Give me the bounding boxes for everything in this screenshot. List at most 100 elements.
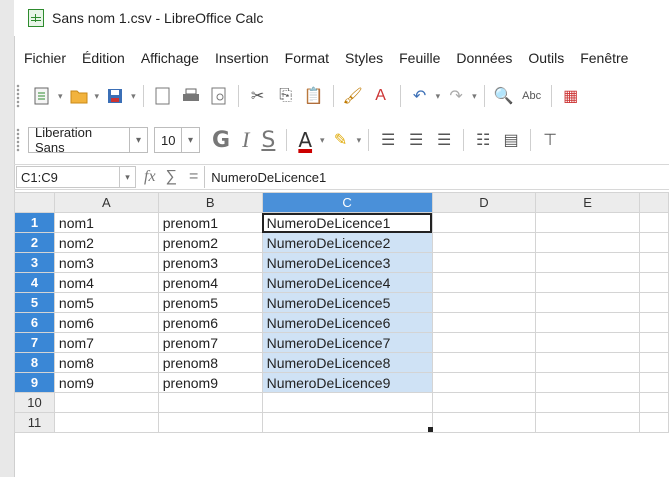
cell[interactable]	[639, 332, 669, 353]
redo-icon[interactable]: ↷	[445, 85, 467, 107]
menu-affichage[interactable]: Affichage	[133, 50, 207, 66]
row-header[interactable]: 9	[14, 372, 55, 393]
cell[interactable]: prenom6	[157, 312, 263, 333]
row-header[interactable]: 4	[14, 272, 55, 293]
row-header[interactable]: 1	[14, 212, 55, 233]
active-cell[interactable]: NumeroDeLicence1	[261, 212, 433, 233]
row-header[interactable]: 10	[14, 392, 55, 413]
cell[interactable]: prenom2	[157, 232, 263, 253]
cell[interactable]: prenom7	[157, 332, 263, 353]
name-box[interactable]: C1:C9	[16, 166, 120, 188]
cell[interactable]	[431, 392, 537, 413]
row-header[interactable]: 8	[14, 352, 55, 373]
cell[interactable]: NumeroDeLicence5	[261, 292, 433, 313]
bold-button[interactable]: G	[212, 128, 230, 153]
cell[interactable]: prenom4	[157, 272, 263, 293]
underline-button[interactable]: S	[261, 128, 275, 153]
font-size-box[interactable]: 10	[154, 127, 182, 153]
cell[interactable]	[261, 412, 433, 433]
cell[interactable]	[535, 412, 641, 433]
toolbar-grip[interactable]	[16, 128, 20, 152]
row-header[interactable]: 11	[14, 412, 55, 433]
align-left-icon[interactable]: ☰	[377, 129, 399, 151]
cell[interactable]: nom4	[53, 272, 159, 293]
cell[interactable]	[431, 312, 537, 333]
cell[interactable]: NumeroDeLicence2	[261, 232, 433, 253]
cell[interactable]	[535, 232, 641, 253]
cell[interactable]: nom1	[53, 212, 159, 233]
cell[interactable]	[53, 412, 159, 433]
cell[interactable]	[53, 392, 159, 413]
spelling-icon[interactable]: Abc	[521, 85, 543, 107]
cell[interactable]	[639, 392, 669, 413]
print-preview-icon[interactable]	[208, 85, 230, 107]
menu-edition[interactable]: Édition	[74, 50, 133, 66]
select-all-corner[interactable]	[14, 192, 55, 213]
merge-cells-icon[interactable]: ▤	[500, 129, 522, 151]
cell[interactable]	[261, 392, 433, 413]
cell[interactable]: nom7	[53, 332, 159, 353]
cell[interactable]	[431, 212, 537, 233]
chevron-down-icon[interactable]: ▾	[320, 135, 325, 146]
chevron-down-icon[interactable]: ▾	[130, 127, 148, 153]
menu-outils[interactable]: Outils	[520, 50, 572, 66]
cell[interactable]: prenom8	[157, 352, 263, 373]
cell[interactable]: NumeroDeLicence8	[261, 352, 433, 373]
function-wizard-icon[interactable]: fx	[144, 168, 156, 186]
cell[interactable]: NumeroDeLicence9	[261, 372, 433, 393]
font-color-button[interactable]: A	[298, 128, 312, 152]
formula-icon[interactable]: =	[189, 168, 198, 186]
font-name-box[interactable]: Liberation Sans	[28, 125, 130, 155]
row-header[interactable]: 6	[14, 312, 55, 333]
cell[interactable]: prenom1	[157, 212, 263, 233]
align-right-icon[interactable]: ☰	[433, 129, 455, 151]
cell[interactable]	[639, 292, 669, 313]
row-header[interactable]: 2	[14, 232, 55, 253]
chevron-down-icon[interactable]: ▾	[120, 166, 136, 188]
chevron-down-icon[interactable]: ▾	[436, 91, 441, 102]
menu-insertion[interactable]: Insertion	[207, 50, 277, 66]
cell[interactable]	[535, 312, 641, 333]
chevron-down-icon[interactable]: ▾	[182, 127, 200, 153]
chevron-down-icon[interactable]: ▾	[357, 135, 362, 146]
highlight-color-icon[interactable]: ✎	[330, 129, 352, 151]
column-header-a[interactable]: A	[53, 192, 159, 213]
cell[interactable]	[639, 372, 669, 393]
cell[interactable]: NumeroDeLicence3	[261, 252, 433, 273]
align-top-icon[interactable]: ⊤	[539, 129, 561, 151]
cell[interactable]: nom3	[53, 252, 159, 273]
cell[interactable]: nom9	[53, 372, 159, 393]
undo-icon[interactable]: ↶	[409, 85, 431, 107]
cell[interactable]	[535, 252, 641, 273]
cell[interactable]	[639, 352, 669, 373]
cell[interactable]	[639, 412, 669, 433]
paste-icon[interactable]: 📋	[303, 85, 325, 107]
cell[interactable]	[535, 392, 641, 413]
open-folder-icon[interactable]	[68, 85, 90, 107]
column-header-b[interactable]: B	[157, 192, 263, 213]
cell[interactable]	[157, 392, 263, 413]
wrap-text-icon[interactable]: ☷	[472, 129, 494, 151]
cell[interactable]	[157, 412, 263, 433]
cell[interactable]	[431, 372, 537, 393]
cell[interactable]	[535, 332, 641, 353]
cell[interactable]	[431, 232, 537, 253]
menu-fichier[interactable]: Fichier	[14, 50, 74, 66]
cell[interactable]: nom5	[53, 292, 159, 313]
copy-icon[interactable]: ⎘	[275, 85, 297, 107]
cell[interactable]	[639, 312, 669, 333]
cell[interactable]: nom8	[53, 352, 159, 373]
cell[interactable]	[535, 212, 641, 233]
row-icon[interactable]: ▦	[560, 85, 582, 107]
cell[interactable]	[639, 272, 669, 293]
cell[interactable]: NumeroDeLicence4	[261, 272, 433, 293]
print-icon[interactable]	[180, 85, 202, 107]
autofill-handle[interactable]	[428, 427, 433, 432]
column-header-d[interactable]: D	[431, 192, 537, 213]
cell[interactable]	[535, 292, 641, 313]
cell[interactable]	[431, 252, 537, 273]
cell[interactable]	[639, 232, 669, 253]
cell[interactable]	[431, 292, 537, 313]
cell[interactable]	[431, 332, 537, 353]
chevron-down-icon[interactable]: ▾	[131, 91, 136, 102]
